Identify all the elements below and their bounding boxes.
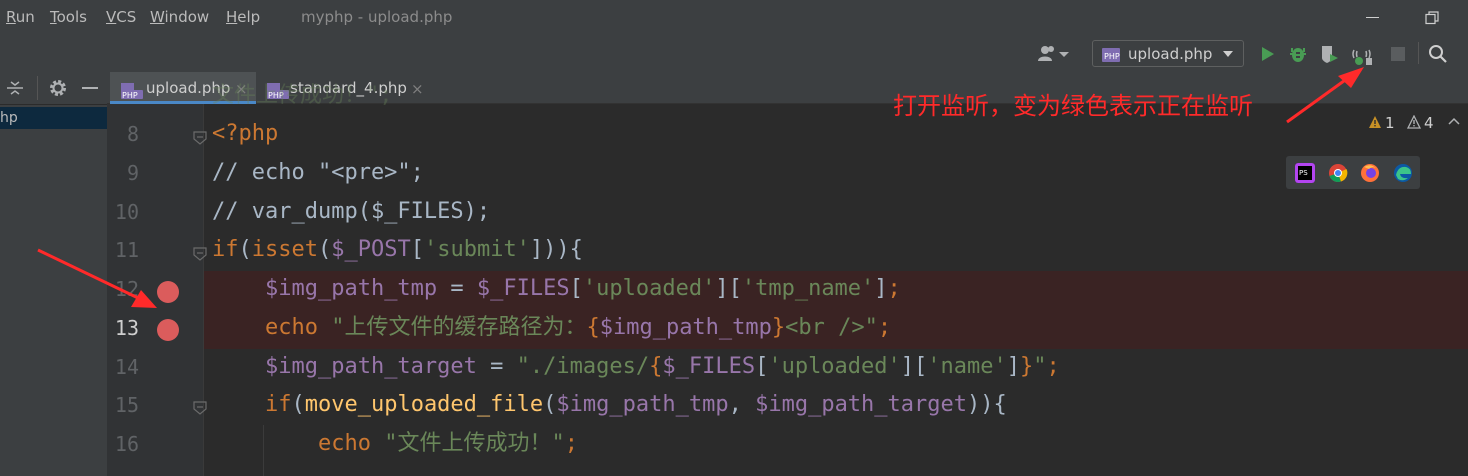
annotation-arrows (37, 67, 1364, 308)
arrow-to-breakpoint (37, 248, 157, 308)
arrow-to-listen-icon (1286, 67, 1364, 124)
